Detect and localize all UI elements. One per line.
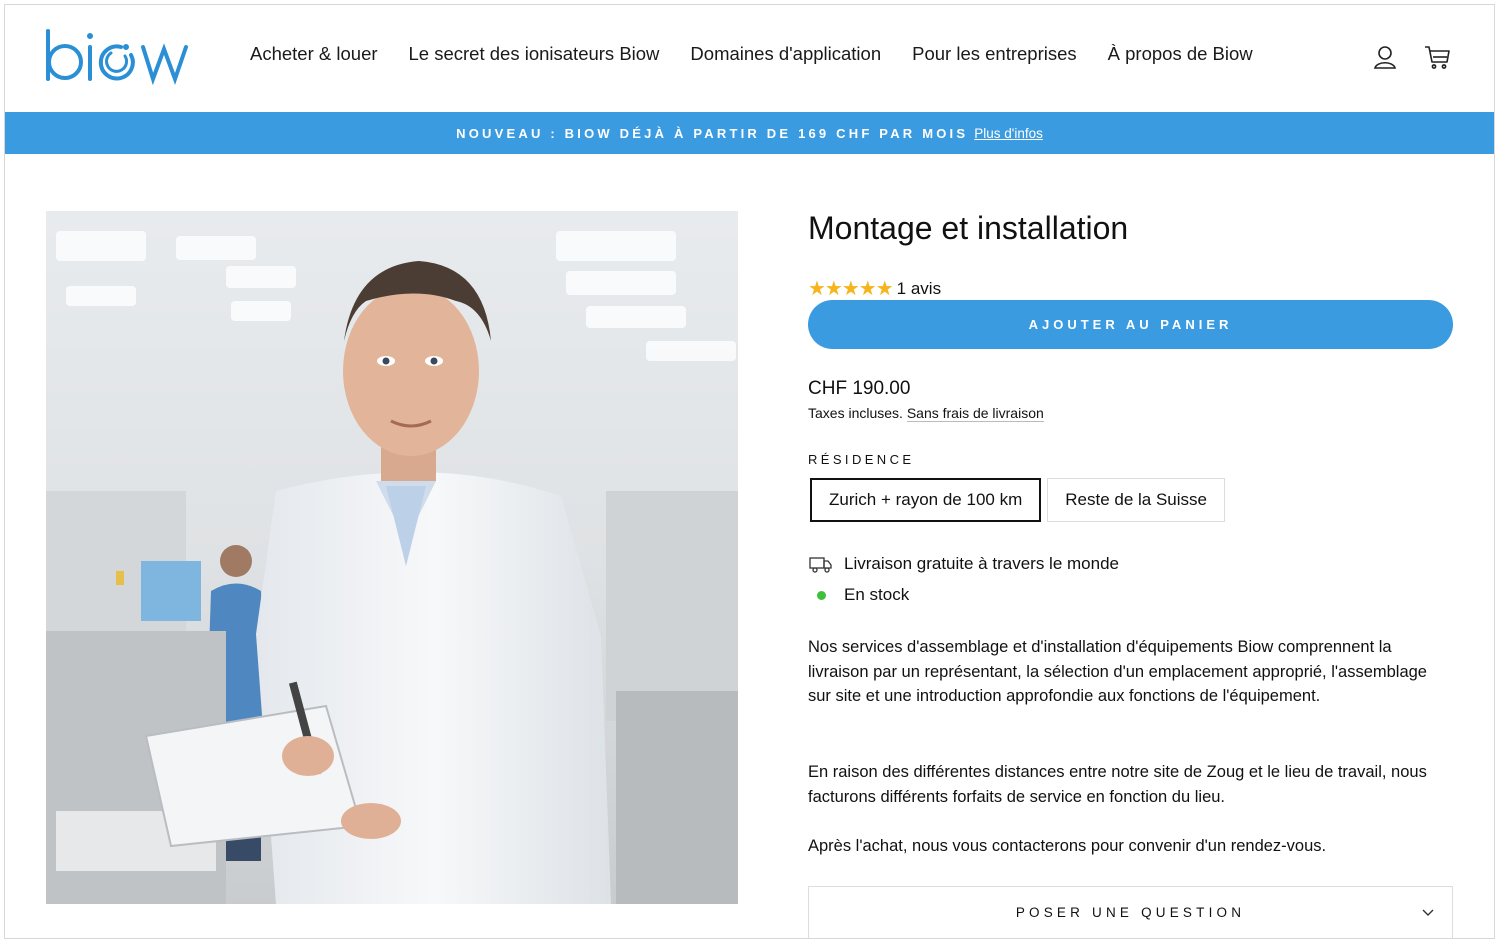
variant-zurich[interactable]: Zurich + rayon de 100 km <box>810 478 1042 522</box>
add-to-cart-button[interactable]: AJOUTER AU PANIER <box>808 300 1453 349</box>
nav-item-applications[interactable]: Domaines d'application <box>690 43 881 65</box>
nav-item-secret[interactable]: Le secret des ionisateurs Biow <box>409 43 660 65</box>
stock-feature: En stock <box>808 585 909 605</box>
truck-icon <box>808 554 834 574</box>
ask-question-accordion[interactable]: POSER UNE QUESTION <box>808 886 1453 938</box>
announcement-link[interactable]: Plus d'infos <box>974 126 1043 141</box>
nav-item-business[interactable]: Pour les entreprises <box>912 43 1077 65</box>
nav-item-about[interactable]: À propos de Biow <box>1108 43 1253 65</box>
review-count[interactable]: 1 avis <box>897 279 941 299</box>
main-nav: Acheter & louer Le secret des ionisateur… <box>250 43 1284 65</box>
user-icon[interactable] <box>1371 43 1399 71</box>
shipping-feature: Livraison gratuite à travers le monde <box>808 554 1119 574</box>
nav-item-buy-rent[interactable]: Acheter & louer <box>250 43 378 65</box>
variant-rest-of-switzerland[interactable]: Reste de la Suisse <box>1047 478 1225 522</box>
rating-stars-icon[interactable]: ★★★★★ <box>808 276 894 301</box>
stock-feature-text: En stock <box>844 585 910 604</box>
cart-icon[interactable] <box>1423 43 1451 71</box>
description-paragraph-2: En raison des différentes distances entr… <box>808 763 1427 806</box>
variant-label: RÉSIDENCE <box>808 452 915 467</box>
announcement-text: NOUVEAU : BIOW DÉJÀ À PARTIR DE 169 CHF … <box>456 125 969 141</box>
announcement-bar: NOUVEAU : BIOW DÉJÀ À PARTIR DE 169 CHF … <box>5 112 1494 154</box>
variant-selector: Zurich + rayon de 100 km Reste de la Sui… <box>810 478 1225 522</box>
shipping-link[interactable]: Sans frais de livraison <box>906 405 1044 422</box>
chevron-down-icon <box>1422 909 1434 916</box>
site-header: Acheter & louer Le secret des ionisateur… <box>5 5 1494 112</box>
biow-logo[interactable] <box>43 25 193 85</box>
product-price: CHF 190.00 <box>808 378 911 399</box>
stock-dot-icon <box>808 585 834 605</box>
shipping-feature-text: Livraison gratuite à travers le monde <box>844 554 1119 573</box>
product-photo <box>46 211 738 904</box>
description-paragraph-3: Après l'achat, nous vous contacterons po… <box>808 837 1327 855</box>
ask-question-label: POSER UNE QUESTION <box>1015 905 1246 920</box>
description-paragraph-1: Nos services d'assemblage et d'installat… <box>808 638 1427 705</box>
product-info: Montage et installation ★★★★★ 1 avis AJO… <box>808 210 1453 938</box>
rating: ★★★★★ 1 avis <box>808 276 941 301</box>
tax-included-text: Taxes incluses. <box>808 405 903 421</box>
page-frame: Acheter & louer Le secret des ionisateur… <box>4 4 1495 939</box>
tax-note: Taxes incluses. Sans frais de livraison <box>808 405 1044 422</box>
product-title: Montage et installation <box>808 210 1129 246</box>
